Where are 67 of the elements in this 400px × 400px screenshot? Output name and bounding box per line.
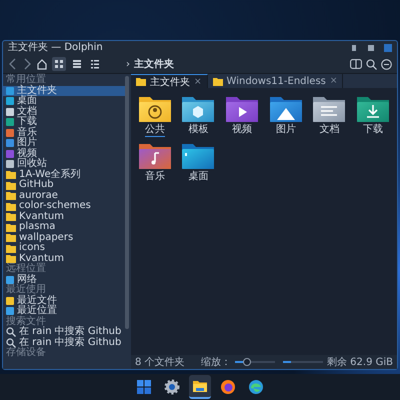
folder-icon — [136, 77, 146, 86]
sidebar-item[interactable]: 音乐 — [3, 128, 125, 138]
status-text: 8 个文件夹 — [135, 356, 185, 369]
sidebar-heading: 搜索文件 — [5, 316, 46, 326]
split-view-icon[interactable] — [350, 59, 362, 69]
desktop-folder-icon — [181, 143, 216, 169]
sidebar-item[interactable]: 最近位置 — [3, 306, 125, 316]
music-folder-icon — [138, 143, 172, 169]
sidebar-item[interactable]: 下载 — [3, 117, 125, 128]
folder-item[interactable]: 公共 — [133, 96, 177, 137]
folder-item[interactable]: 模板 — [176, 96, 220, 137]
templates-folder-icon — [181, 96, 216, 122]
search-icon[interactable] — [366, 58, 377, 70]
sidebar-item[interactable]: plasma — [3, 222, 125, 232]
free-space-text: 剩余 62.9 GiB — [326, 356, 393, 369]
sidebar-item[interactable]: 最近文件 — [3, 296, 125, 306]
menu-icon[interactable] — [381, 58, 392, 70]
sidebar-item[interactable]: 1A-We全系列 — [3, 170, 125, 180]
tab[interactable]: 主文件夹 × — [131, 74, 208, 88]
forward-icon[interactable] — [22, 58, 32, 70]
sidebar-heading: 远程位置 — [5, 264, 47, 274]
icons-view-button[interactable] — [52, 57, 66, 71]
sidebar-item[interactable]: 主文件夹 — [3, 86, 125, 96]
sidebar-item[interactable]: 在 rain 中搜索 Github — [3, 327, 125, 338]
compact-view-button[interactable] — [70, 57, 84, 71]
sidebar-heading: 存储设备 — [5, 348, 47, 358]
sidebar-item[interactable]: 回收站 — [3, 159, 125, 170]
close-tab-button[interactable]: × — [194, 76, 202, 86]
tab[interactable]: Windows11-Endless × — [208, 74, 344, 88]
video-folder-icon — [225, 96, 260, 122]
folder-item[interactable]: 视频 — [220, 96, 264, 137]
folder-icon[interactable] — [189, 375, 211, 399]
details-view-button[interactable] — [88, 57, 102, 71]
documents-folder-icon — [312, 96, 346, 122]
sidebar-item[interactable]: Kvantum — [3, 254, 125, 264]
sidebar-item[interactable]: wallpapers — [3, 232, 125, 243]
scrollbar[interactable] — [125, 76, 129, 329]
close-tab-button[interactable]: × — [330, 76, 338, 86]
pictures-folder-icon — [268, 96, 303, 122]
back-icon[interactable] — [8, 58, 18, 70]
breadcrumb-item[interactable]: 主文件夹 — [134, 57, 174, 71]
zoom-label: 缩放： — [200, 356, 231, 369]
sidebar-item[interactable]: GitHub — [3, 180, 125, 190]
search-icon — [6, 327, 16, 338]
downloads-folder-icon — [356, 96, 390, 122]
window-title: 主文件夹 — Dolphin — [8, 42, 103, 54]
sidebar-item[interactable]: 视频 — [3, 148, 125, 159]
breadcrumb-separator: › — [126, 58, 130, 70]
sidebar-item[interactable]: aurorae — [3, 190, 125, 201]
folder-item[interactable]: 音乐 — [133, 143, 177, 184]
sidebar-heading: 常用位置 — [5, 75, 46, 85]
folder-item[interactable]: 桌面 — [176, 143, 220, 184]
folder-item[interactable]: 图片 — [264, 96, 308, 137]
sidebar-heading: 最近使用 — [5, 285, 46, 295]
sidebar-item[interactable]: color-schemes — [3, 201, 125, 212]
sidebar-item[interactable]: 文档 — [3, 106, 125, 117]
folder-item[interactable]: 下载 — [351, 96, 395, 137]
search-icon — [6, 338, 16, 348]
sidebar-item[interactable]: icons — [3, 243, 125, 254]
sidebar-item[interactable]: 图片 — [3, 138, 125, 148]
sidebar-item[interactable]: 网络 — [3, 274, 125, 285]
folder-item[interactable]: 文档 — [308, 96, 352, 137]
public-folder-icon — [138, 96, 172, 122]
sidebar-item[interactable]: Kvantum — [3, 212, 125, 222]
sidebar-item[interactable]: 在 rain 中搜索 Github — [3, 338, 125, 348]
sidebar-item[interactable]: 桌面 — [3, 96, 125, 106]
folder-icon — [212, 76, 223, 86]
